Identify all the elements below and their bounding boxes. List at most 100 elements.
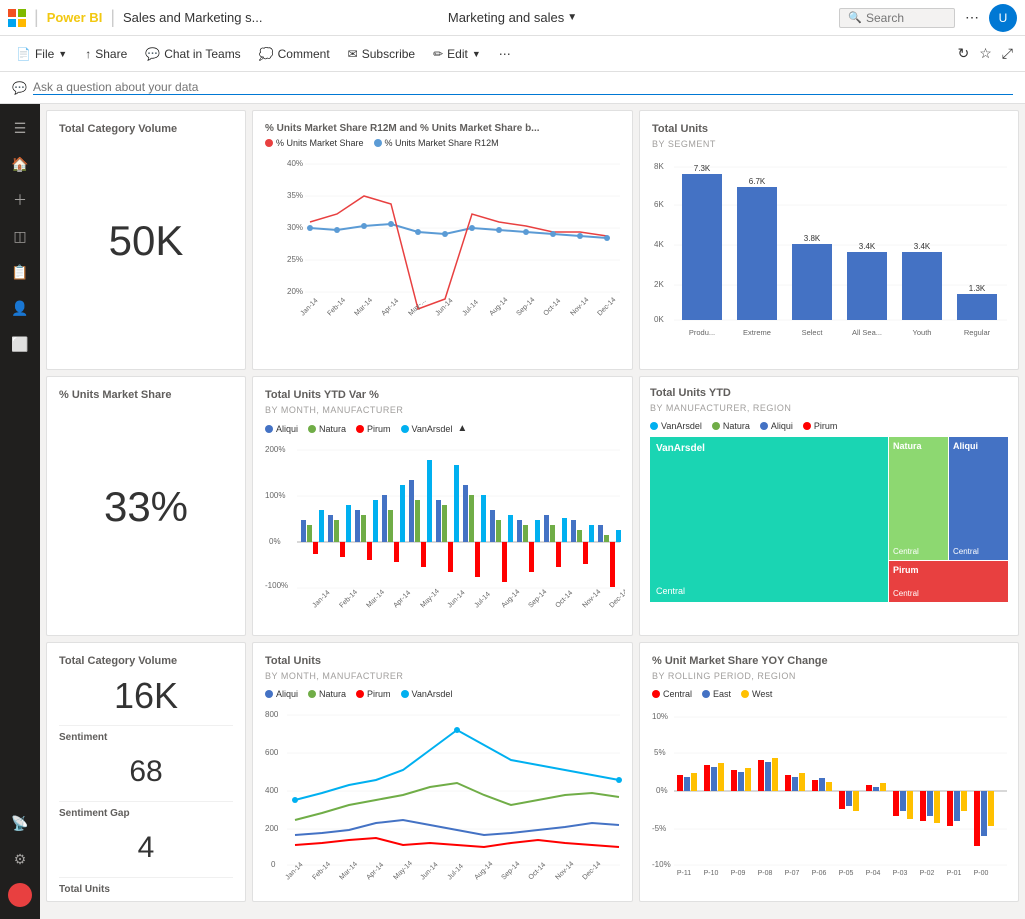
chart5-subtitle: BY MONTH, MANUFACTURER (265, 671, 620, 681)
svg-text:Mar-14: Mar-14 (365, 589, 386, 610)
svg-text:7.3K: 7.3K (694, 164, 711, 173)
legend5-natura: Natura (308, 689, 346, 699)
search-box[interactable]: 🔍 (839, 8, 955, 28)
file-button[interactable]: 📄 File ▼ (8, 43, 75, 65)
card-total-category-volume-1: Total Category Volume 50K (46, 110, 246, 370)
sidebar-settings-icon[interactable]: ⚙ (4, 843, 36, 875)
svg-text:800: 800 (265, 710, 279, 719)
svg-text:400: 400 (265, 786, 279, 795)
card-chart2: Total Units BY SEGMENT 8K 6K 4K 2K 0K 7.… (639, 110, 1019, 370)
svg-text:200%: 200% (265, 445, 285, 454)
chat-button[interactable]: 💬 Chat in Teams (137, 43, 248, 65)
legend-dot-red (265, 139, 273, 147)
legend5-label-van: VanArsdel (412, 689, 453, 699)
sub-total-units-title: Total Units (59, 884, 233, 895)
legend-aliqui: Aliqui (265, 423, 298, 434)
svg-text:Nov-14: Nov-14 (554, 860, 575, 880)
more-toolbar-button[interactable]: ⋯ (491, 43, 519, 65)
chat-icon: 💬 (145, 47, 160, 61)
card-chart6: % Unit Market Share YOY Change BY ROLLIN… (639, 642, 1019, 902)
favorite-button[interactable]: ☆ (975, 43, 996, 64)
svg-text:-10%: -10% (652, 860, 671, 869)
chart6-title: % Unit Market Share YOY Change (652, 655, 1006, 667)
treemap-aliqui: Aliqui Central (949, 437, 1008, 560)
toolbar: 📄 File ▼ ↑ Share 💬 Chat in Teams 💭 Comme… (0, 36, 1025, 72)
legend-label-units-share: % Units Market Share (276, 138, 364, 148)
svg-text:30%: 30% (287, 223, 303, 232)
legend-dot-van (650, 422, 658, 430)
chart2-title: Total Units (652, 123, 1006, 135)
avatar[interactable]: U (989, 4, 1017, 32)
svg-text:6.7K: 6.7K (749, 177, 766, 186)
sidebar-apps-icon[interactable]: ⬜ (4, 328, 36, 360)
legend6-central: Central (652, 689, 692, 699)
svg-text:All Sea...: All Sea... (852, 328, 882, 337)
edit-label: Edit (447, 47, 468, 61)
qa-bar: 💬 (0, 72, 1025, 104)
svg-text:35%: 35% (287, 191, 303, 200)
svg-text:-5%: -5% (652, 824, 666, 833)
legend-aliqui-4: Aliqui (760, 421, 793, 431)
comment-button[interactable]: 💭 Comment (251, 43, 338, 65)
svg-text:20%: 20% (287, 287, 303, 296)
edit-button[interactable]: ✏ Edit ▼ (425, 43, 489, 65)
chart3-svg: 200% 100% 0% -100% (265, 440, 625, 610)
legend6-dot-west (741, 690, 749, 698)
legend-dot-ali (760, 422, 768, 430)
search-input[interactable] (866, 11, 946, 25)
svg-text:Dec-14: Dec-14 (608, 588, 625, 609)
sidebar-people-icon[interactable]: 👤 (4, 292, 36, 324)
sidebar-learn-icon[interactable]: 📡 (4, 807, 36, 839)
svg-text:Jul-14: Jul-14 (461, 299, 480, 318)
treemap-natura: Natura Central (889, 437, 948, 560)
share-icon: ↑ (85, 47, 91, 61)
card-chart3: Total Units YTD Var % BY MONTH, MANUFACT… (252, 376, 633, 636)
svg-text:0K: 0K (654, 315, 664, 324)
dashboard-selector[interactable]: Marketing and sales ▼ (448, 10, 577, 25)
card-chart5: Total Units BY MONTH, MANUFACTURER Aliqu… (252, 642, 633, 902)
legend-label-pirum: Pirum (367, 424, 391, 434)
legend-dot-natura (308, 425, 316, 433)
svg-text:Feb-14: Feb-14 (311, 861, 332, 880)
dashboard: Total Category Volume 50K % Units Market… (40, 104, 1025, 919)
sidebar-circle-icon[interactable] (8, 883, 32, 907)
chart1-svg: 40% 35% 30% 25% 20% (265, 154, 625, 324)
sidebar-add-icon[interactable]: ＋ (4, 184, 36, 216)
sidebar-collapse-icon[interactable]: ☰ (4, 112, 36, 144)
svg-text:Apr-14: Apr-14 (365, 862, 385, 880)
legend6-dot-central (652, 690, 660, 698)
microsoft-logo-icon (8, 9, 26, 27)
treemap-label-pirum: Pirum (893, 565, 919, 575)
cursor-indicator: ▲ (457, 423, 467, 434)
chart1-title: % Units Market Share R12M and % Units Ma… (265, 123, 620, 134)
svg-text:Nov-14: Nov-14 (569, 296, 590, 317)
svg-text:Feb-14: Feb-14 (338, 589, 359, 610)
svg-text:Jul-14: Jul-14 (446, 863, 465, 880)
share-button[interactable]: ↑ Share (77, 43, 135, 65)
sub-total-units: Total Units1M (59, 877, 233, 902)
more-options-button[interactable]: ⋯ (961, 7, 983, 28)
svg-text:Sep-14: Sep-14 (515, 296, 536, 317)
top-bar: | Power BI | Sales and Marketing s... Ma… (0, 0, 1025, 36)
chart3-title: Total Units YTD Var % (265, 389, 620, 401)
chart5-svg: 800 600 400 200 0 (265, 705, 625, 880)
sidebar-data-icon[interactable]: 📋 (4, 256, 36, 288)
comment-icon: 💭 (259, 47, 274, 61)
fullscreen-button[interactable]: ⤢ (998, 43, 1017, 64)
legend-label-natura: Natura (319, 424, 346, 434)
svg-text:200: 200 (265, 824, 279, 833)
svg-text:0: 0 (271, 860, 276, 869)
refresh-button[interactable]: ↻ (954, 43, 974, 64)
subscribe-button[interactable]: ✉ Subscribe (340, 43, 423, 65)
svg-text:Apr-14: Apr-14 (380, 298, 400, 318)
legend-item-r12m: % Units Market Share R12M (374, 138, 499, 148)
comment-label: Comment (278, 47, 330, 61)
svg-text:Regular: Regular (964, 328, 991, 337)
card-total-category-volume-2: Total Category Volume 16K Sentiment68Sen… (46, 642, 246, 902)
sidebar-browse-icon[interactable]: ◫ (4, 220, 36, 252)
legend5-label-nat: Natura (319, 689, 346, 699)
qa-input[interactable] (33, 80, 1013, 95)
sidebar-home-icon[interactable]: 🏠 (4, 148, 36, 180)
legend6-label-central: Central (663, 689, 692, 699)
legend5-pirum: Pirum (356, 689, 391, 699)
